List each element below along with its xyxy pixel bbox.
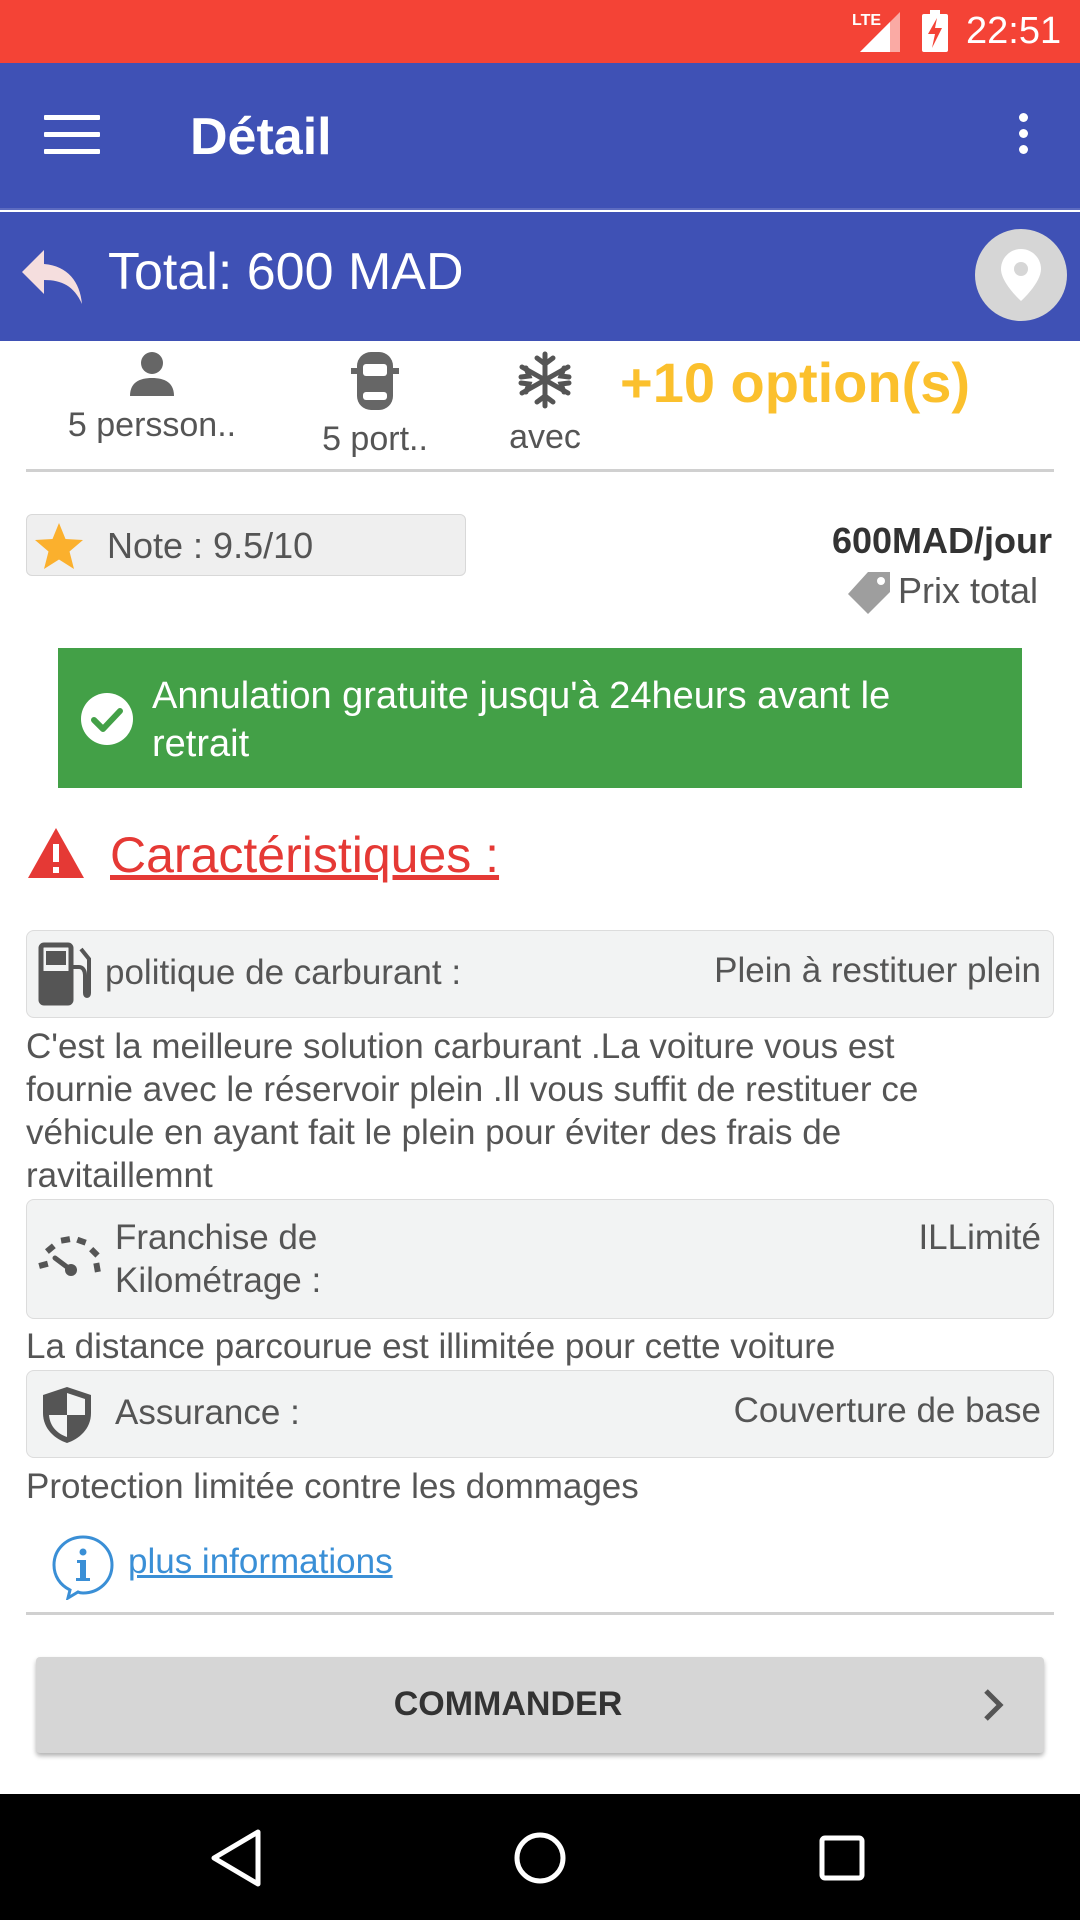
free-cancellation-banner: Annulation gratuite jusqu'à 24heurs avan… [58, 648, 1022, 788]
total-price-label: Prix total [897, 570, 1038, 611]
snowflake-icon [518, 351, 572, 409]
check-circle-icon [81, 693, 133, 745]
status-bar: LTE 22:51 [0, 0, 1080, 63]
insurance-value: Couverture de base [733, 1391, 1041, 1430]
characteristics-title: Caractéristiques : [110, 827, 500, 883]
speedometer-icon [38, 1236, 101, 1276]
location-button[interactable] [975, 229, 1067, 321]
mileage-description: La distance parcourue est illimitée pour… [26, 1327, 836, 1366]
location-pin-icon [1001, 249, 1041, 301]
info-icon[interactable] [50, 1534, 116, 1600]
price-per-day: 600MAD/jour [831, 520, 1052, 561]
total-price: Total: 600 MAD [108, 243, 464, 301]
options-link[interactable]: +10 option(s) [620, 350, 970, 415]
hamburger-menu-icon[interactable] [44, 115, 100, 159]
nav-home-icon[interactable] [512, 1826, 568, 1890]
signal-icon [860, 12, 900, 52]
insurance-label: Assurance : [115, 1393, 300, 1432]
insurance-row: Assurance : Couverture de base [26, 1370, 1054, 1458]
price-tag-icon [848, 572, 890, 614]
person-icon [130, 352, 174, 396]
chevron-right-icon [984, 1689, 1004, 1721]
mileage-value: ILLimité [918, 1218, 1041, 1257]
feature-persons: 5 persson.. [62, 350, 242, 445]
page-title: Détail [190, 108, 332, 166]
rating-box: Note : 9.5/10 [26, 514, 466, 576]
fuel-policy-row: politique de carburant : Plein à restitu… [26, 930, 1054, 1018]
nav-recents-icon[interactable] [814, 1826, 870, 1890]
insurance-description: Protection limitée contre les dommages [26, 1467, 639, 1506]
fuel-policy-value: Plein à restituer plein [714, 951, 1041, 990]
order-button-label: COMMANDER [393, 1685, 623, 1723]
warning-icon [28, 828, 84, 878]
feature-ac: avec [490, 350, 600, 457]
fuel-policy-label: politique de carburant : [105, 953, 462, 992]
order-button[interactable]: COMMANDER [36, 1657, 1044, 1753]
mileage-row: Franchise de Kilométrage : ILLimité [26, 1199, 1054, 1319]
fuel-policy-description: C'est la meilleure solution carburant .L… [26, 1027, 919, 1195]
divider [26, 1612, 1054, 1615]
app-bar: Détail [0, 63, 1080, 210]
clock: 22:51 [966, 10, 1062, 52]
fuel-pump-icon [38, 942, 91, 1006]
feature-doors: 5 port.. [300, 350, 450, 459]
rating-text: Note : 9.5/10 [107, 525, 314, 566]
ac-label: avec [509, 418, 581, 456]
more-info-link[interactable]: plus informations [128, 1542, 393, 1582]
system-nav-bar [0, 1794, 1080, 1920]
back-arrow-icon[interactable] [18, 242, 88, 312]
more-vert-icon[interactable] [1008, 113, 1038, 163]
divider [26, 469, 1054, 472]
shield-icon [43, 1387, 91, 1443]
star-icon [35, 523, 83, 569]
nav-back-icon[interactable] [208, 1826, 264, 1890]
doors-label: 5 port.. [322, 420, 428, 458]
car-icon [351, 352, 399, 410]
mileage-label: Franchise de Kilométrage : [115, 1218, 322, 1300]
cancellation-text: Annulation gratuite jusqu'à 24heurs avan… [152, 675, 891, 765]
battery-charging-icon [922, 10, 948, 52]
total-bar: Total: 600 MAD [0, 212, 1080, 341]
persons-label: 5 persson.. [67, 406, 237, 444]
